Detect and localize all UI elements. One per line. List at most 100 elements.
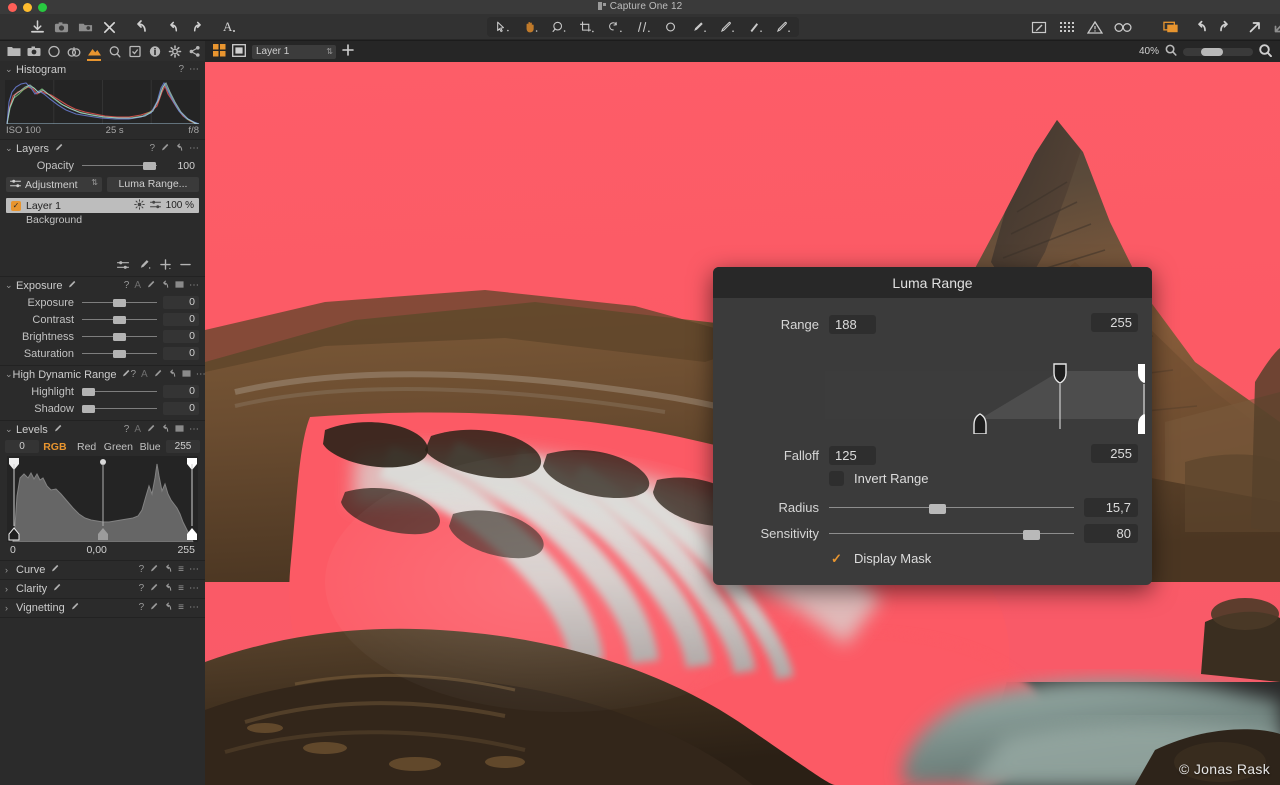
- export-arrow-icon[interactable]: [1244, 17, 1266, 37]
- sliders-icon[interactable]: [150, 200, 161, 212]
- grid-overlay-icon[interactable]: [1056, 17, 1078, 37]
- opacity-slider-knob[interactable]: [143, 162, 156, 170]
- zoom-out-icon[interactable]: [1165, 44, 1177, 59]
- reset-icon[interactable]: [167, 369, 177, 381]
- exposure-panel-header[interactable]: ⌄ Exposure ? A ⋯: [0, 277, 205, 294]
- exposure-slider-knob[interactable]: [113, 299, 126, 307]
- brush-icon[interactable]: [160, 143, 169, 155]
- brush-icon[interactable]: [67, 280, 76, 292]
- layer-visibility-checkbox[interactable]: ✓: [11, 201, 21, 211]
- heal-brush-icon[interactable]: [770, 17, 796, 37]
- gradient-mask-icon[interactable]: [742, 17, 768, 37]
- levels-input-black[interactable]: 0: [5, 440, 39, 453]
- clarity-panel-header[interactable]: › Clarity ? ≡ ⋯: [0, 580, 205, 598]
- chevron-down-icon[interactable]: ⌄: [5, 280, 16, 291]
- preset-icon[interactable]: [182, 369, 191, 381]
- brightness-slider-knob[interactable]: [113, 333, 126, 341]
- saturation-slider[interactable]: [82, 348, 157, 359]
- auto-a-icon[interactable]: A: [134, 281, 141, 291]
- levels-gamma-value[interactable]: 0,00: [86, 544, 106, 556]
- reset-icon[interactable]: [160, 280, 170, 292]
- levels-panel-header[interactable]: ⌄ Levels ? A ⋯: [0, 421, 205, 438]
- viewer-layer-select[interactable]: Layer 1 ⇅: [252, 45, 336, 59]
- preset-icon[interactable]: [175, 424, 184, 436]
- exposure-tab[interactable]: [84, 41, 104, 61]
- sensitivity-slider[interactable]: [829, 527, 1074, 541]
- brush-icon[interactable]: [149, 602, 158, 614]
- levels-tab-rgb[interactable]: RGB: [39, 441, 71, 453]
- rotate-left-icon[interactable]: [162, 17, 184, 37]
- shadow-slider[interactable]: [82, 403, 157, 414]
- eyedropper-icon[interactable]: [138, 259, 151, 273]
- ellipsis-icon[interactable]: ⋯: [189, 281, 199, 291]
- add-layer-icon[interactable]: [342, 44, 354, 59]
- copy-layers-icon[interactable]: [1160, 17, 1182, 37]
- auto-a-icon[interactable]: A: [134, 425, 141, 435]
- levels-histogram[interactable]: [7, 456, 198, 542]
- library-tab[interactable]: [4, 41, 24, 61]
- chevron-down-icon[interactable]: ⌄: [5, 424, 16, 435]
- luma-curve-area[interactable]: [825, 356, 1145, 434]
- highlight-slider[interactable]: [82, 386, 157, 397]
- single-view-icon[interactable]: [232, 44, 246, 60]
- brush-icon[interactable]: [54, 143, 63, 155]
- import-arrow-icon[interactable]: [1268, 17, 1280, 37]
- rotate-angle-icon[interactable]: [602, 17, 628, 37]
- brightness-value[interactable]: 0: [163, 330, 199, 343]
- capture-tab[interactable]: [24, 41, 44, 61]
- layer-item-layer1[interactable]: ✓ Layer 1 100 %: [6, 198, 199, 213]
- contrast-value[interactable]: 0: [163, 313, 199, 326]
- preset-icon[interactable]: [175, 280, 184, 292]
- highlight-value[interactable]: 0: [163, 385, 199, 398]
- reset-icon[interactable]: [160, 424, 170, 436]
- exposure-slider[interactable]: [82, 297, 157, 308]
- saturation-slider-knob[interactable]: [113, 350, 126, 358]
- levels-tab-red[interactable]: Red: [71, 441, 103, 453]
- adjustments-tab[interactable]: [125, 41, 145, 61]
- ellipsis-icon[interactable]: ⋯: [189, 65, 199, 75]
- spot-removal-icon[interactable]: [658, 17, 684, 37]
- zoom-slider-knob[interactable]: [1201, 48, 1223, 56]
- rotate-right-icon[interactable]: [186, 17, 208, 37]
- brush-icon[interactable]: [121, 369, 130, 381]
- reset-icon[interactable]: [163, 602, 173, 614]
- shadow-slider-knob[interactable]: [82, 405, 95, 413]
- draw-mask-brush-icon[interactable]: [686, 17, 712, 37]
- falloff-max-input[interactable]: 255: [1091, 444, 1138, 463]
- question-icon[interactable]: ?: [124, 281, 130, 291]
- levels-white-value[interactable]: 255: [177, 544, 195, 556]
- minus-icon[interactable]: [180, 259, 191, 273]
- pointer-tool-icon[interactable]: [490, 17, 516, 37]
- invert-range-checkbox[interactable]: [829, 471, 844, 486]
- grid-view-icon[interactable]: [213, 44, 226, 60]
- display-mask-checkbox[interactable]: ✓: [829, 551, 844, 566]
- levels-tab-green[interactable]: Green: [103, 441, 135, 453]
- luma-range-button[interactable]: Luma Range...: [107, 177, 199, 192]
- levels-input-white[interactable]: 255: [166, 440, 200, 453]
- ellipsis-icon[interactable]: ⋯: [189, 425, 199, 435]
- brush-icon[interactable]: [53, 424, 62, 436]
- contrast-slider-knob[interactable]: [113, 316, 126, 324]
- layers-panel-header[interactable]: ⌄ Layers ? ⋯: [0, 140, 205, 157]
- erase-mask-icon[interactable]: [714, 17, 740, 37]
- exposure-value[interactable]: 0: [163, 296, 199, 309]
- curve-panel-header[interactable]: › Curve ? ≡ ⋯: [0, 561, 205, 579]
- adjustment-select[interactable]: Adjustment ⇅: [6, 177, 102, 192]
- ellipsis-icon[interactable]: ⋯: [189, 144, 199, 154]
- capture-icon[interactable]: [50, 17, 72, 37]
- chevron-down-icon[interactable]: ⌄: [5, 143, 16, 154]
- details-tab[interactable]: [104, 41, 124, 61]
- list-icon[interactable]: ≡: [178, 565, 184, 575]
- reset-icon[interactable]: [174, 143, 184, 155]
- layer-item-background[interactable]: Background: [6, 213, 199, 228]
- metadata-tab[interactable]: [145, 41, 165, 61]
- brush-icon[interactable]: [153, 369, 162, 381]
- chevron-down-icon[interactable]: ⌄: [5, 64, 16, 75]
- question-icon[interactable]: ?: [124, 425, 130, 435]
- zoom-slider[interactable]: [1183, 48, 1253, 56]
- keystone-icon[interactable]: [630, 17, 656, 37]
- saturation-value[interactable]: 0: [163, 347, 199, 360]
- batch-tab[interactable]: [185, 41, 205, 61]
- brush-icon[interactable]: [149, 583, 158, 595]
- range-max-input[interactable]: 255: [1091, 313, 1138, 332]
